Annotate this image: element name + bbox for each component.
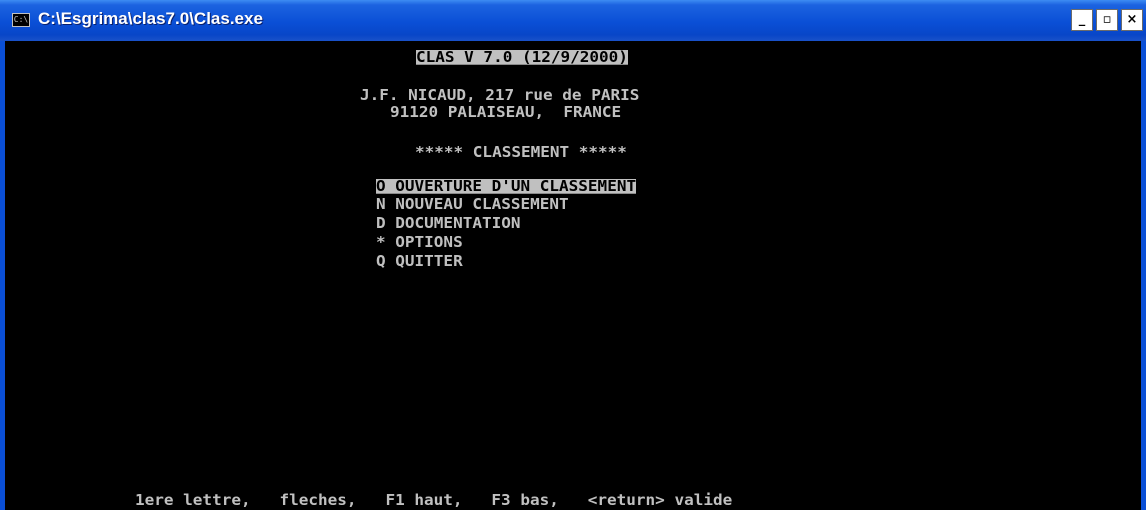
menu-item-documentation[interactable]: D DOCUMENTATION <box>376 216 521 231</box>
window-title: C:\Esgrima\clas7.0\Clas.exe <box>38 9 263 28</box>
window-frame-right <box>1141 41 1146 510</box>
program-header: CLAS V 7.0 (12/9/2000) <box>416 48 628 66</box>
menu-item-ouverture[interactable]: O OUVERTURE D'UN CLASSEMENT <box>376 179 637 194</box>
console-app-icon[interactable]: C:\ <box>12 13 30 27</box>
section-title: ***** CLASSEMENT ***** <box>415 143 627 161</box>
help-line: 1ere lettre, fleches, F1 haut, F3 bas, <… <box>135 491 733 509</box>
maximize-button[interactable]: ▫ <box>1096 9 1118 31</box>
console-window: C:\ C:\Esgrima\clas7.0\Clas.exe _ ▫ × CL… <box>0 0 1146 510</box>
menu-item-quitter[interactable]: Q QUITTER <box>376 254 463 269</box>
title-bar[interactable]: C:\ C:\Esgrima\clas7.0\Clas.exe _ ▫ × <box>0 0 1146 41</box>
menu-item-options[interactable]: * OPTIONS <box>376 235 463 250</box>
address-line-2: 91120 PALAISEAU, FRANCE <box>390 103 622 121</box>
address-line-1: J.F. NICAUD, 217 rue de PARIS <box>360 86 640 104</box>
minimize-button[interactable]: _ <box>1071 9 1093 31</box>
close-button[interactable]: × <box>1121 9 1143 31</box>
console-area[interactable]: CLAS V 7.0 (12/9/2000) J.F. NICAUD, 217 … <box>5 41 1141 510</box>
menu-item-nouveau[interactable]: N NOUVEAU CLASSEMENT <box>376 197 569 212</box>
